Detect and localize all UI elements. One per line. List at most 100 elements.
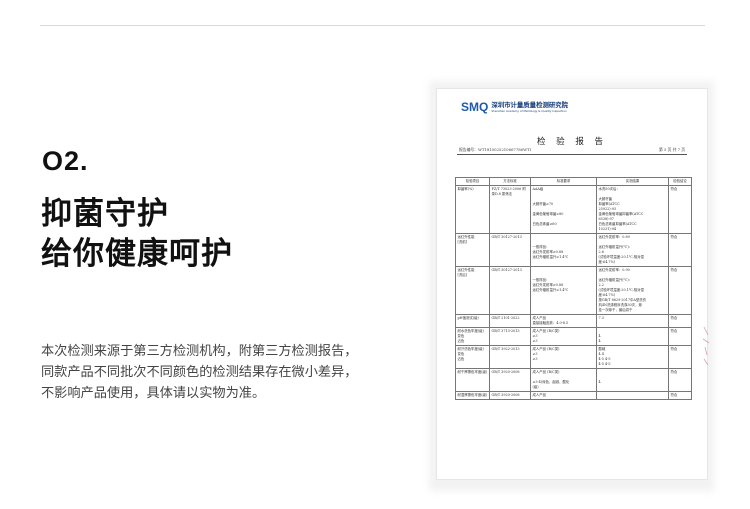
cell-line: 白色念珠菌≥60 — [532, 222, 557, 226]
table-cell-conclusion: 符合 — [668, 185, 692, 234]
table-header-row: 检验项目 方法标准 标准要求 实测结果 检验结论 — [455, 177, 692, 186]
table-cell-requirement: 成人产品 直接接触皮肤：4.0-8.5 — [530, 314, 597, 328]
col-header: 实测结果 — [596, 177, 669, 186]
cell-line: 符合 — [670, 316, 678, 320]
table-cell-item: 抑菌率(%) — [455, 185, 490, 234]
report-header-rule — [457, 154, 687, 155]
cell-line: 符合 — [670, 347, 678, 351]
cell-line — [599, 393, 667, 398]
table-cell-result: 远红外发射率：0.89 远红外辐射温升(℃)： 2.6 (试验环境温度:20.1℃,… — [596, 233, 669, 267]
table-row: pH值测试(级) GB/T 2101-2022 成人产品 直接接触皮肤：4.0-8.5… — [455, 314, 692, 328]
section-number: O2. — [42, 146, 89, 176]
cell-line: 10231):94 — [598, 227, 617, 231]
table-cell-result: 远红外发射率：0.90 远红外辐射温升(℃)： 2.2 (试验环境温度:20.1℃,… — [596, 266, 669, 315]
table-cell-item: 耐湿摩擦色牢度(级) — [455, 391, 490, 400]
cell-line: ≥3 — [532, 339, 538, 343]
table-cell-method: GB/T 2101-2022 — [489, 314, 531, 328]
table-cell-conclusion: 符合 — [668, 391, 692, 400]
table-cell-method: GB/T 30127-2013 — [489, 233, 531, 267]
test-report-document: SMQ 深圳市计量质量检测研究院 Shenzhen Academy of Met… — [436, 88, 708, 480]
top-divider — [40, 25, 705, 26]
cell-line: 4 — [598, 339, 601, 343]
cell-line: 沾色 — [457, 357, 465, 361]
table-row: 抑菌率(%) FZ/T 73023-2006 附录D.8 振荡法 AAA级 大肠杆菌… — [455, 185, 692, 234]
cell-line: 抑菌率(%) — [457, 187, 474, 191]
table-cell-requirement: 一般样品： 远红外发射率≥0.88 远红外辐射温升≥1.4℃ — [530, 266, 597, 315]
table-cell-method: GB/T 30127-2013 — [489, 266, 531, 315]
table-cell-item: 耐水洗色牢度(级) 变色 沾色 — [455, 327, 490, 346]
cell-line: 符合 — [670, 235, 678, 239]
cell-line: 符合 — [670, 393, 678, 397]
cell-line: 远红外辐射温升≥1.4℃ — [532, 255, 569, 259]
cell-line: 符合 — [670, 370, 678, 374]
col-header: 方法标准 — [489, 177, 531, 186]
cell-line: 远红外辐射温升≥1.4℃ — [532, 288, 569, 292]
cell-line: 沾色 — [457, 339, 465, 343]
cell-line: 挂一次晾干，最后烘干 — [598, 308, 633, 312]
report-page-number: 第 5 页 共 7 页 — [658, 147, 685, 152]
cell-line: 符合 — [670, 268, 678, 272]
table-cell-requirement: 成人产品 (B/C类) ≥3-4(深色、起绒、酸化 (级) — [530, 368, 597, 392]
table-cell-conclusion: 符合 — [668, 327, 692, 346]
cell-line: GB/T 2101-2022 — [491, 316, 520, 320]
decorative-edge-mark — [702, 326, 710, 366]
table-cell-item: pH值测试(级) — [455, 314, 490, 328]
table-cell-requirement: 成人产品 — [530, 391, 597, 400]
table-cell-item: 远红外性能 [洗后] — [455, 266, 490, 315]
cell-line: [洗后] — [457, 273, 467, 277]
disclaimer-line-3: 不影响产品使用，具体请以实物为准。 — [41, 386, 266, 401]
cell-line: 符合 — [670, 329, 678, 333]
org-name-en: Shenzhen Academy of Metrology & Quality … — [491, 109, 567, 113]
cell-line: [洗前] — [457, 240, 467, 244]
table-cell-item: 耐汗渍色牢度(级) 变色 沾色 — [455, 345, 490, 369]
table-cell-result: 44 — [596, 327, 669, 346]
disclaimer-text: 本次检测来源于第三方检测机构，附第三方检测报告， 同款产品不同批次不同颜色的检测… — [41, 341, 381, 404]
table-cell-method: GB/T 3713-2013 — [489, 327, 531, 346]
table-cell-method: GB/T 3920-2008 — [489, 368, 531, 392]
table-cell-requirement: 成人产品 (B/C类) ≥3 ≥3 — [530, 327, 597, 346]
table-cell-requirement: 成人产品 (B/C类) ≥3 ≥3 — [530, 345, 597, 369]
table-row: 耐汗渍色牢度(级) 变色 沾色 GB/T 3922-2013 成人产品 (B/C类) ≥3… — [455, 345, 692, 369]
table-cell-result — [596, 391, 669, 400]
report-number: 报告编号：WT1810025210667786WTI — [459, 147, 532, 152]
cell-line: 符合 — [670, 187, 678, 191]
headline-line-1: 抑菌守护 — [41, 196, 169, 232]
cell-line: GB/T 30127-2013 — [491, 235, 522, 239]
cell-line: GB/T 3922-2013 — [491, 347, 520, 351]
table-cell-conclusion: 符合 — [668, 314, 692, 328]
table-row: 耐干摩擦色牢度(级) GB/T 3920-2008 成人产品 (B/C类) ≥3-4… — [455, 368, 692, 392]
table-cell-result: 7.3 — [596, 314, 669, 328]
cell-line: 4-5 4-5 — [598, 362, 611, 366]
cell-line: GB/T 3920-2008 — [491, 370, 520, 374]
table-cell-result: 水洗50次后： 大肠杆菌 抑菌率(ATCC 25922):93 金黄色葡萄球菌抑菌率(… — [596, 185, 669, 234]
table-row: 耐水洗色牢度(级) 变色 沾色 GB/T 3713-2013 成人产品 (B/C类) ≥3… — [455, 327, 692, 346]
cell-line: 度:64.7%) — [598, 260, 616, 264]
cell-line: 4 — [598, 380, 601, 384]
table-cell-method: GB/T 3922-2013 — [489, 345, 531, 369]
disclaimer-line-1: 本次检测来源于第三方检测机构，附第三方检测报告， — [41, 344, 358, 359]
disclaimer-line-2: 同款产品不同批次不同颜色的检测结果存在微小差异， — [41, 365, 358, 380]
report-title: 检 验 报 告 — [536, 137, 608, 147]
cell-line: 直接接触皮肤：4.0-8.5 — [532, 321, 569, 325]
table-row: 耐湿摩擦色牢度(级) GB/T 3920-2008 成人产品 符合 — [455, 391, 692, 400]
cell-line: 7.3 — [598, 316, 604, 320]
col-header: 检验结论 — [668, 177, 692, 186]
table-cell-method: FZ/T 73023-2006 附录D.8 振荡法 — [489, 185, 531, 234]
table-cell-conclusion: 符合 — [668, 233, 692, 267]
headline-line-2: 给你健康呵护 — [41, 236, 233, 272]
cell-line: GB/T 30127-2013 — [491, 268, 522, 272]
table-cell-conclusion: 符合 — [668, 345, 692, 369]
cell-line: GB/T 3713-2013 — [491, 329, 520, 333]
table-cell-item: 耐干摩擦色牢度(级) — [455, 368, 490, 392]
table-cell-requirement: 一般样品： 远红外发射率≥0.88 远红外辐射温升≥1.4℃ — [530, 233, 597, 267]
table-cell-conclusion: 符合 — [668, 266, 692, 315]
report-header-logo: SMQ 深圳市计量质量检测研究院 Shenzhen Academy of Met… — [461, 100, 568, 114]
col-header: 标准要求 — [530, 177, 597, 186]
table-cell-item: 远红外性能 [洗前] — [455, 233, 490, 267]
cell-line: ≥3 — [532, 357, 538, 361]
smq-logo: SMQ — [461, 100, 489, 114]
cell-line: 录D.8 振荡法 — [491, 192, 512, 196]
headline: 抑菌守护 给你健康呵护 — [41, 194, 233, 274]
table-cell-conclusion: 符合 — [668, 368, 692, 392]
org-name-cn: 深圳市计量质量检测研究院 — [491, 101, 569, 109]
